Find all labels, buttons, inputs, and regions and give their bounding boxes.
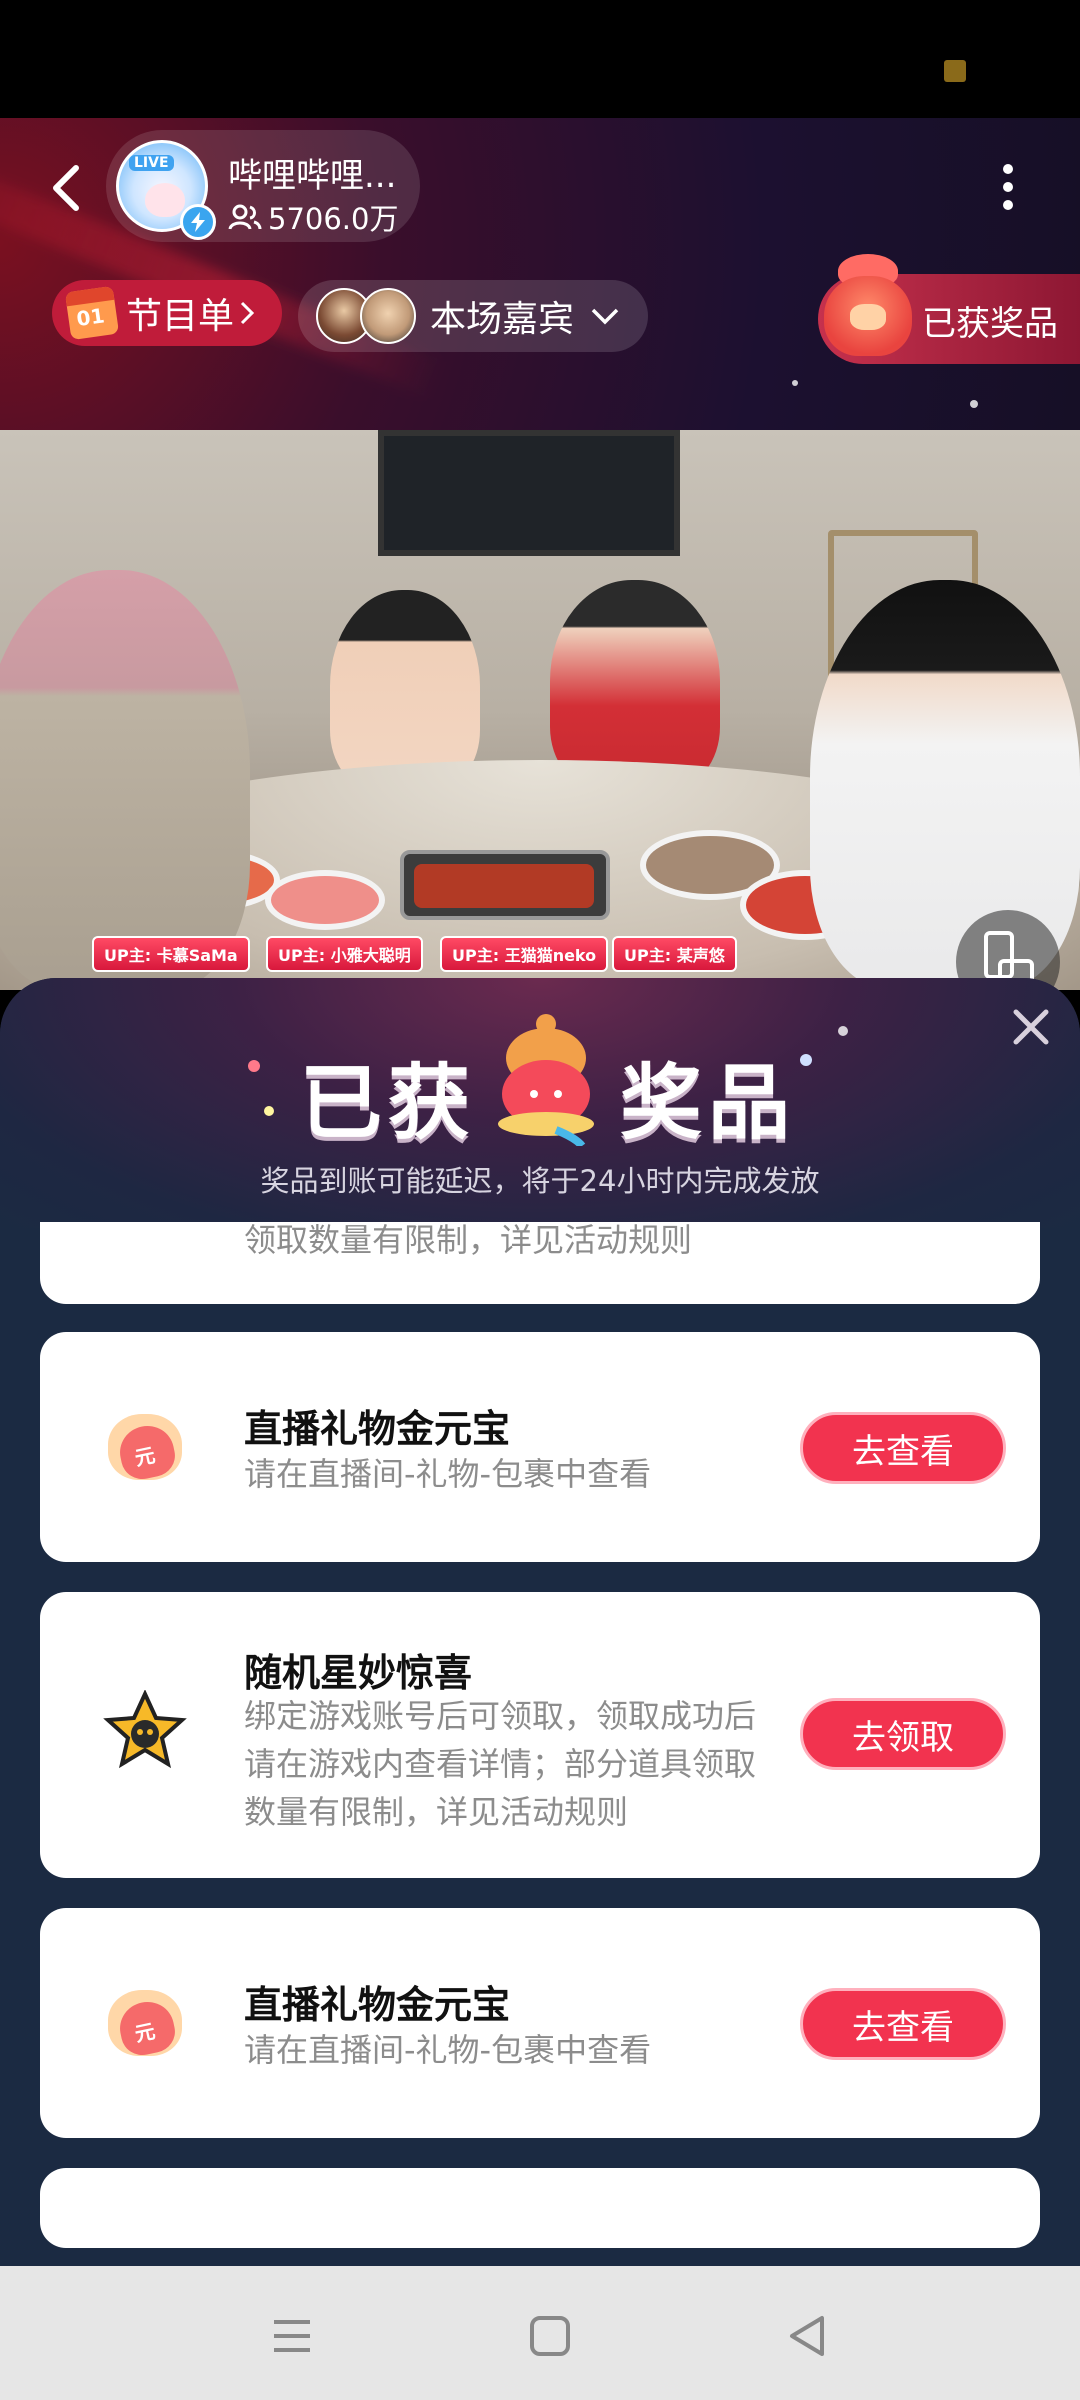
panel-title-left: 已获 bbox=[300, 1056, 477, 1151]
prize-title: 直播礼物金元宝 bbox=[244, 1407, 511, 1451]
view-button[interactable]: 去查看 bbox=[800, 1988, 1006, 2060]
prize-card bbox=[40, 2168, 1040, 2248]
sparkle bbox=[248, 1060, 260, 1072]
sparkle bbox=[800, 1054, 812, 1066]
back-button[interactable] bbox=[44, 158, 88, 218]
guests-button[interactable]: 本场嘉宾 bbox=[298, 280, 648, 352]
system-nav-bar bbox=[0, 2266, 1080, 2400]
obtained-prizes-label: 已获奖品 bbox=[922, 304, 1058, 344]
sparkle bbox=[792, 380, 798, 386]
prize-list[interactable]: 领取数量有限制，详见活动规则 元 直播礼物金元宝 请在直播间-礼物-包裹中查看 … bbox=[0, 1222, 1080, 2266]
verified-bolt-icon bbox=[180, 204, 216, 240]
gold-ingot-icon: 元 bbox=[100, 1402, 190, 1492]
more-button[interactable] bbox=[988, 156, 1028, 220]
prize-card: 元 直播礼物金元宝 请在直播间-礼物-包裹中查看 去查看 bbox=[40, 1332, 1040, 1562]
guests-label: 本场嘉宾 bbox=[430, 299, 575, 340]
name-tag: UP主: 某声悠 bbox=[612, 936, 737, 972]
prizes-panel: 已获 奖品 奖品到账可能延迟，将于24小时内完成发放 领取数量有限制，详见活动规… bbox=[0, 978, 1080, 2266]
sparkle bbox=[264, 1106, 274, 1116]
chevron-down-icon bbox=[591, 308, 619, 325]
battery-icon bbox=[944, 60, 966, 82]
menu-icon[interactable] bbox=[262, 2306, 322, 2366]
live-room-header: LIVE 哔哩哔哩... 5706.0万 01 节目单 本场嘉宾 已获奖品 bbox=[0, 118, 1080, 430]
more-icon bbox=[1003, 164, 1013, 174]
prizes-panel-header: 已获 奖品 奖品到账可能延迟，将于24小时内完成发放 bbox=[0, 978, 1080, 1228]
star-badge-icon bbox=[100, 1689, 190, 1780]
view-button[interactable]: 去查看 bbox=[800, 1412, 1006, 1484]
name-tag: UP主: 小雅大聪明 bbox=[266, 936, 423, 972]
gold-ingot-icon: 元 bbox=[100, 1978, 190, 2068]
video-hotpot bbox=[400, 850, 610, 920]
prize-desc: 绑定游戏账号后可领取，领取成功后请在游戏内查看详情；部分道具领取数量有限制，详见… bbox=[244, 1697, 757, 1831]
status-bar bbox=[0, 0, 1080, 118]
prize-mascot-icon bbox=[498, 1014, 594, 1146]
panel-title-right: 奖品 bbox=[620, 1056, 797, 1151]
chevron-right-icon bbox=[240, 301, 255, 325]
home-icon[interactable] bbox=[520, 2306, 580, 2366]
sparkle bbox=[970, 400, 978, 408]
prize-card: 元 直播礼物金元宝 请在直播间-礼物-包裹中查看 去查看 bbox=[40, 1908, 1040, 2138]
followers-icon bbox=[228, 204, 262, 230]
guest-avatar bbox=[360, 288, 416, 344]
name-tag: UP主: 卡慕SaMa bbox=[92, 936, 250, 972]
prize-desc: 请在直播间-礼物-包裹中查看 bbox=[244, 2031, 652, 2069]
follower-count: 5706.0万 bbox=[228, 196, 398, 238]
panel-title: 已获 奖品 bbox=[0, 1006, 1080, 1151]
video-person bbox=[330, 590, 480, 790]
live-video[interactable]: UP主: 卡慕SaMa UP主: 小雅大聪明 UP主: 王猫猫neko UP主:… bbox=[0, 430, 1080, 990]
video-tv bbox=[378, 430, 680, 556]
gift-bag-icon bbox=[820, 254, 916, 358]
back-triangle-icon[interactable] bbox=[778, 2306, 838, 2366]
video-plate bbox=[265, 870, 385, 930]
prize-title: 随机星妙惊喜 bbox=[244, 1651, 473, 1695]
claim-button[interactable]: 去领取 bbox=[800, 1698, 1006, 1770]
program-list-label: 节目单 bbox=[126, 296, 235, 337]
prize-title: 直播礼物金元宝 bbox=[244, 1983, 511, 2027]
prize-card: 领取数量有限制，详见活动规则 bbox=[40, 1222, 1040, 1304]
live-tag: LIVE bbox=[129, 155, 174, 171]
avatar-face bbox=[145, 183, 185, 217]
back-arrow-icon bbox=[53, 165, 79, 211]
follower-count-value: 5706.0万 bbox=[268, 202, 399, 236]
prize-desc: 请在直播间-礼物-包裹中查看 bbox=[244, 1455, 652, 1493]
calendar-icon: 01 bbox=[64, 285, 120, 341]
host-name: 哔哩哔哩... bbox=[228, 156, 397, 196]
obtained-prizes-button[interactable]: 已获奖品 bbox=[818, 254, 1080, 364]
prize-card: 随机星妙惊喜 绑定游戏账号后可领取，领取成功后请在游戏内查看详情；部分道具领取数… bbox=[40, 1592, 1040, 1878]
panel-subtitle: 奖品到账可能延迟，将于24小时内完成发放 bbox=[260, 1164, 820, 1198]
prize-desc: 领取数量有限制，详见活动规则 bbox=[244, 1222, 693, 1259]
name-tag: UP主: 王猫猫neko bbox=[440, 936, 609, 972]
sparkle bbox=[838, 1026, 848, 1036]
video-person bbox=[0, 570, 250, 990]
host-info[interactable]: LIVE 哔哩哔哩... 5706.0万 bbox=[106, 130, 420, 242]
program-list-button[interactable]: 01 节目单 bbox=[52, 280, 282, 346]
video-person bbox=[550, 580, 720, 790]
